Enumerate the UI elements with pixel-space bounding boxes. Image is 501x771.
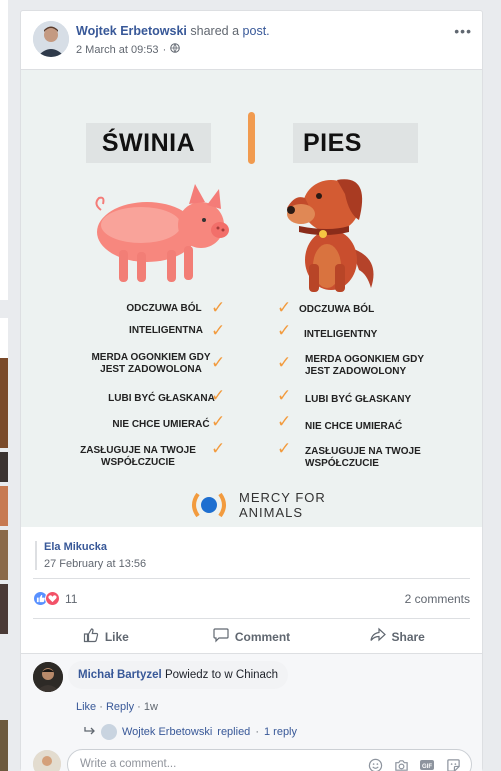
check-icon: ✓ bbox=[211, 412, 226, 431]
svg-text:GIF: GIF bbox=[422, 764, 432, 770]
infographic-image[interactable]: ŚWINIA PIES ODCZUWA BÓL INTELIGENTNA MER… bbox=[21, 69, 482, 527]
reply-count: 1 reply bbox=[263, 726, 298, 738]
check-icon: ✓ bbox=[211, 321, 226, 340]
replier-name: Wojtek Erbetowski bbox=[122, 726, 213, 738]
check-icon: ✓ bbox=[277, 439, 292, 458]
reply-arrow-icon bbox=[84, 726, 96, 739]
right-trait-1: ODCZUWA BÓL bbox=[299, 304, 375, 315]
replier-avatar bbox=[101, 724, 117, 740]
dog-illustration bbox=[279, 168, 389, 293]
thumbs-up-icon bbox=[83, 627, 99, 646]
comments-section: Michał Bartyzel Powiedz to w Chinach Lik… bbox=[21, 653, 482, 771]
gif-icon[interactable]: GIF bbox=[419, 757, 435, 771]
post-meta: 2 March at 09:53 · bbox=[76, 43, 181, 56]
left-trait-5: NIE CHCE UMIERAĆ bbox=[112, 419, 210, 430]
comment-input[interactable] bbox=[80, 758, 350, 770]
camera-icon[interactable] bbox=[393, 757, 409, 771]
check-icon: ✓ bbox=[211, 298, 226, 317]
post-card: Wojtek Erbetowski shared a post. 2 March… bbox=[20, 10, 483, 771]
comment-label: Comment bbox=[234, 629, 291, 644]
post-link[interactable]: post. bbox=[243, 24, 270, 38]
globe-icon bbox=[170, 43, 181, 56]
original-author-link[interactable]: Ela Mikucka bbox=[44, 541, 146, 553]
replies-link[interactable]: Wojtek Erbetowski replied · 1 reply bbox=[84, 724, 297, 740]
commenter-name-link[interactable]: Michał Bartyzel bbox=[78, 669, 162, 681]
current-user-avatar bbox=[33, 750, 61, 771]
check-icon: ✓ bbox=[277, 298, 292, 317]
check-icon: ✓ bbox=[211, 386, 226, 405]
replied-text: replied bbox=[217, 726, 251, 738]
sticker-icon[interactable] bbox=[445, 757, 461, 771]
like-label: Like bbox=[104, 629, 129, 644]
post-timestamp[interactable]: 2 March at 09:53 bbox=[76, 44, 159, 56]
check-icon: ✓ bbox=[277, 321, 292, 340]
love-reaction-icon bbox=[45, 591, 60, 606]
comment-text: Powiedz to w Chinach bbox=[164, 669, 279, 681]
commenter-avatar[interactable] bbox=[33, 662, 63, 692]
like-button[interactable]: Like bbox=[33, 619, 179, 654]
left-title: ŚWINIA bbox=[86, 123, 211, 163]
comment-reply-link[interactable]: Reply bbox=[106, 701, 134, 713]
comment-actions: Like · Reply · 1w bbox=[76, 701, 158, 713]
title-divider bbox=[248, 112, 255, 164]
comment-icon bbox=[213, 627, 229, 646]
pig-illustration bbox=[89, 180, 231, 290]
comment-composer: GIF bbox=[67, 749, 472, 771]
more-options-icon[interactable]: ••• bbox=[454, 23, 472, 39]
left-trait-1: ODCZUWA BÓL bbox=[126, 303, 202, 314]
check-icon: ✓ bbox=[277, 353, 292, 372]
post-actions: Like Comment Share bbox=[33, 618, 470, 654]
share-label: Share bbox=[391, 629, 425, 644]
left-trait-2: INTELIGENTNA bbox=[129, 325, 203, 336]
right-title: PIES bbox=[293, 123, 418, 163]
shared-text: shared a bbox=[190, 24, 240, 38]
right-trait-3: MERDA OGONKIEM GDY JEST ZADOWOLONY bbox=[305, 354, 425, 377]
author-avatar[interactable] bbox=[33, 21, 69, 57]
mfa-line1: MERCY FOR bbox=[239, 490, 326, 505]
comment-time[interactable]: 1w bbox=[144, 701, 158, 713]
comment-button[interactable]: Comment bbox=[179, 619, 325, 654]
post-header: Wojtek Erbetowski shared a post. 2 March… bbox=[21, 11, 482, 69]
check-icon: ✓ bbox=[277, 386, 292, 405]
left-trait-3: MERDA OGONKIEM GDY JEST ZADOWOLONA bbox=[91, 352, 211, 375]
original-post-date[interactable]: 27 February at 13:56 bbox=[44, 558, 146, 570]
right-trait-5: NIE CHCE UMIERAĆ bbox=[305, 421, 403, 432]
right-trait-2: INTELIGENTNY bbox=[304, 329, 378, 340]
author-line: Wojtek Erbetowski shared a post. bbox=[76, 24, 270, 38]
left-trait-6: ZASŁUGUJE NA TWOJE WSPÓŁCZUCIE bbox=[80, 445, 196, 468]
check-icon: ✓ bbox=[211, 439, 226, 458]
share-button[interactable]: Share bbox=[324, 619, 470, 654]
mfa-line2: ANIMALS bbox=[239, 505, 304, 520]
composer-icons: GIF bbox=[367, 757, 461, 771]
check-icon: ✓ bbox=[277, 412, 292, 431]
emoji-icon[interactable] bbox=[367, 757, 383, 771]
comment-like-link[interactable]: Like bbox=[76, 701, 96, 713]
share-icon bbox=[369, 627, 386, 646]
right-trait-6: ZASŁUGUJE NA TWOJE WSPÓŁCZUCIE bbox=[305, 446, 421, 469]
reactions-bar: 11 2 comments bbox=[33, 578, 470, 618]
mercy-for-animals-logo: MERCY FOR ANIMALS bbox=[189, 490, 326, 520]
background-feed-edge bbox=[0, 0, 10, 771]
author-name-link[interactable]: Wojtek Erbetowski bbox=[76, 24, 187, 38]
comments-count-link[interactable]: 2 comments bbox=[405, 592, 470, 606]
comment-bubble: Michał Bartyzel Powiedz to w Chinach bbox=[68, 661, 289, 689]
right-trait-4: LUBI BYĆ GŁASKANY bbox=[305, 394, 412, 405]
left-trait-4: LUBI BYĆ GŁASKANA bbox=[108, 393, 215, 404]
check-icon: ✓ bbox=[211, 353, 226, 372]
reaction-count: 11 bbox=[65, 591, 78, 606]
reactions-summary[interactable]: 11 bbox=[33, 591, 77, 606]
mfa-logo-icon bbox=[192, 492, 226, 518]
